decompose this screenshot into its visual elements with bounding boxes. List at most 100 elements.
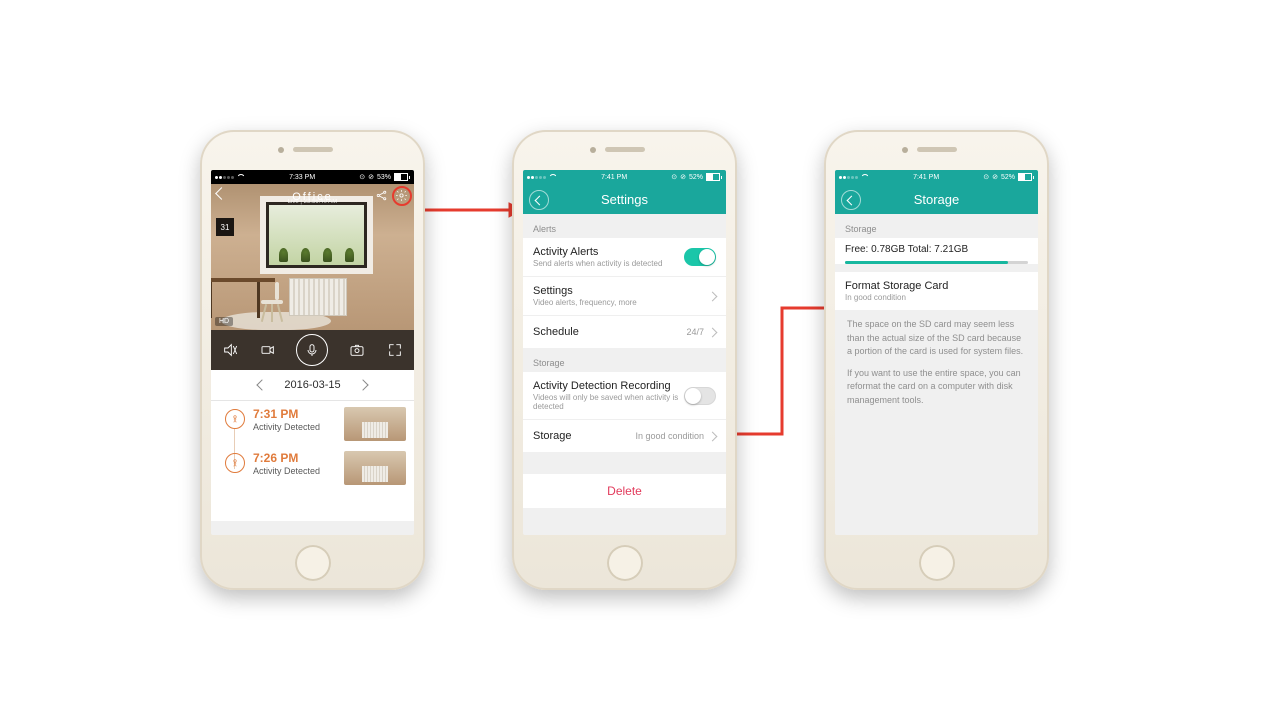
storage-info-2: If you want to use the entire space, you… [835, 367, 1038, 416]
alarm-icon: ⊙ [359, 173, 365, 181]
event-label: Activity Detected [253, 422, 344, 432]
section-alerts: Alerts [523, 214, 726, 238]
phone-1: 7:33 PM ⊙ ⊘ 53% 31 HD [200, 130, 425, 590]
statusbar: 7:41 PM ⊙ ⊘ 52% [523, 170, 726, 184]
date-picker: 2016-03-15 [211, 370, 414, 401]
storage-free-label: Free: 0.78GB Total: 7.21GB [835, 240, 1038, 255]
back-button[interactable] [217, 189, 226, 198]
chevron-right-icon [708, 431, 718, 441]
row-storage[interactable]: Storage In good condition [523, 420, 726, 452]
home-button[interactable] [919, 545, 955, 581]
signal-dots [215, 176, 234, 179]
home-button[interactable] [295, 545, 331, 581]
toggle-activity-alerts[interactable] [684, 248, 716, 266]
scene-chair [261, 282, 291, 322]
scene-window [266, 202, 367, 268]
row-subtitle: In good condition [845, 293, 1028, 302]
statusbar: 7:33 PM ⊙ ⊘ 53% [211, 170, 414, 184]
storage-bar-fill [845, 261, 1008, 264]
storage-info-1: The space on the SD card may seem less t… [835, 310, 1038, 367]
phone-3: 7:41 PM ⊙ ⊘ 52% Storage Storage Free: 0.… [824, 130, 1049, 590]
nav-title: Settings [601, 192, 648, 207]
row-title: Schedule [533, 326, 686, 338]
event-item[interactable]: 7:31 PM Activity Detected [211, 401, 414, 445]
stage: 7:33 PM ⊙ ⊘ 53% 31 HD [0, 0, 1268, 710]
status-time: 7:41 PM [913, 174, 939, 181]
back-button[interactable] [529, 190, 549, 210]
phone-3-screen: 7:41 PM ⊙ ⊘ 52% Storage Storage Free: 0.… [835, 170, 1038, 535]
back-button[interactable] [841, 190, 861, 210]
phone-front-camera [278, 147, 284, 153]
scene-calendar: 31 [216, 218, 234, 236]
row-title: Activity Alerts [533, 246, 684, 258]
row-title: Settings [533, 285, 709, 297]
record-icon[interactable] [259, 341, 277, 359]
wifi-icon [237, 174, 245, 180]
live-video[interactable]: 31 HD Office Live | 23:56:40 AM [211, 184, 414, 330]
battery-pct: 52% [689, 174, 703, 181]
navbar: Settings [523, 184, 726, 214]
phone-speaker [917, 147, 957, 152]
row-subtitle: Send alerts when activity is detected [533, 259, 684, 268]
phone-speaker [605, 147, 645, 152]
navbar: Storage [835, 184, 1038, 214]
row-activity-alerts[interactable]: Activity Alerts Send alerts when activit… [523, 238, 726, 277]
section-storage: Storage [523, 348, 726, 372]
event-time: 7:31 PM [253, 407, 344, 421]
home-button[interactable] [607, 545, 643, 581]
signal-dots [839, 176, 858, 179]
toggle-adr[interactable] [684, 387, 716, 405]
battery-icon [706, 173, 722, 181]
event-thumbnail [344, 407, 406, 441]
chevron-right-icon [708, 327, 718, 337]
statusbar: 7:41 PM ⊙ ⊘ 52% [835, 170, 1038, 184]
snapshot-icon[interactable] [348, 341, 366, 359]
event-item[interactable]: 7:26 PM Activity Detected [211, 445, 414, 489]
event-label: Activity Detected [253, 466, 344, 476]
battery-icon [1018, 173, 1034, 181]
chevron-right-icon [708, 291, 718, 301]
wifi-icon [861, 174, 869, 180]
storage-bar [845, 261, 1028, 264]
row-title: Storage [533, 430, 635, 442]
share-icon[interactable] [375, 189, 388, 202]
person-icon [225, 453, 245, 473]
row-subtitle: Videos will only be saved when activity … [533, 393, 684, 411]
battery-pct: 52% [1001, 174, 1015, 181]
phone-speaker [293, 147, 333, 152]
row-subtitle: Video alerts, frequency, more [533, 298, 709, 307]
lock-icon: ⊘ [368, 173, 374, 181]
live-titlebar: Office Live | 23:56:40 AM [211, 184, 414, 209]
lock-icon: ⊘ [992, 173, 998, 181]
live-controls [211, 330, 414, 370]
phone-2: 7:41 PM ⊙ ⊘ 52% Settings Alerts Activity… [512, 130, 737, 590]
phone-2-screen: 7:41 PM ⊙ ⊘ 52% Settings Alerts Activity… [523, 170, 726, 535]
row-schedule[interactable]: Schedule 24/7 [523, 316, 726, 348]
battery-pct: 53% [377, 174, 391, 181]
section-storage: Storage [835, 214, 1038, 238]
phone-front-camera [590, 147, 596, 153]
date-next[interactable] [357, 379, 368, 390]
mic-button[interactable] [296, 334, 328, 366]
delete-button[interactable]: Delete [523, 474, 726, 508]
event-thumbnail [344, 451, 406, 485]
status-time: 7:33 PM [289, 174, 315, 181]
date-prev[interactable] [257, 379, 268, 390]
event-time: 7:26 PM [253, 451, 344, 465]
battery-icon [394, 173, 410, 181]
row-title: Activity Detection Recording [533, 380, 684, 392]
event-list: 7:31 PM Activity Detected 7:26 PM Activi… [211, 401, 414, 521]
hd-badge: HD [215, 317, 233, 326]
camera-subtitle: Live | 23:56:40 AM [288, 199, 338, 205]
person-icon [225, 409, 245, 429]
signal-dots [527, 176, 546, 179]
row-settings[interactable]: Settings Video alerts, frequency, more [523, 277, 726, 316]
nav-title: Storage [914, 192, 960, 207]
alarm-icon: ⊙ [983, 173, 989, 181]
fullscreen-icon[interactable] [386, 341, 404, 359]
row-format-card[interactable]: Format Storage Card In good condition [835, 272, 1038, 310]
mute-icon[interactable] [221, 341, 239, 359]
scene-radiator [289, 278, 347, 316]
row-adr[interactable]: Activity Detection Recording Videos will… [523, 372, 726, 420]
date-label[interactable]: 2016-03-15 [284, 379, 340, 391]
